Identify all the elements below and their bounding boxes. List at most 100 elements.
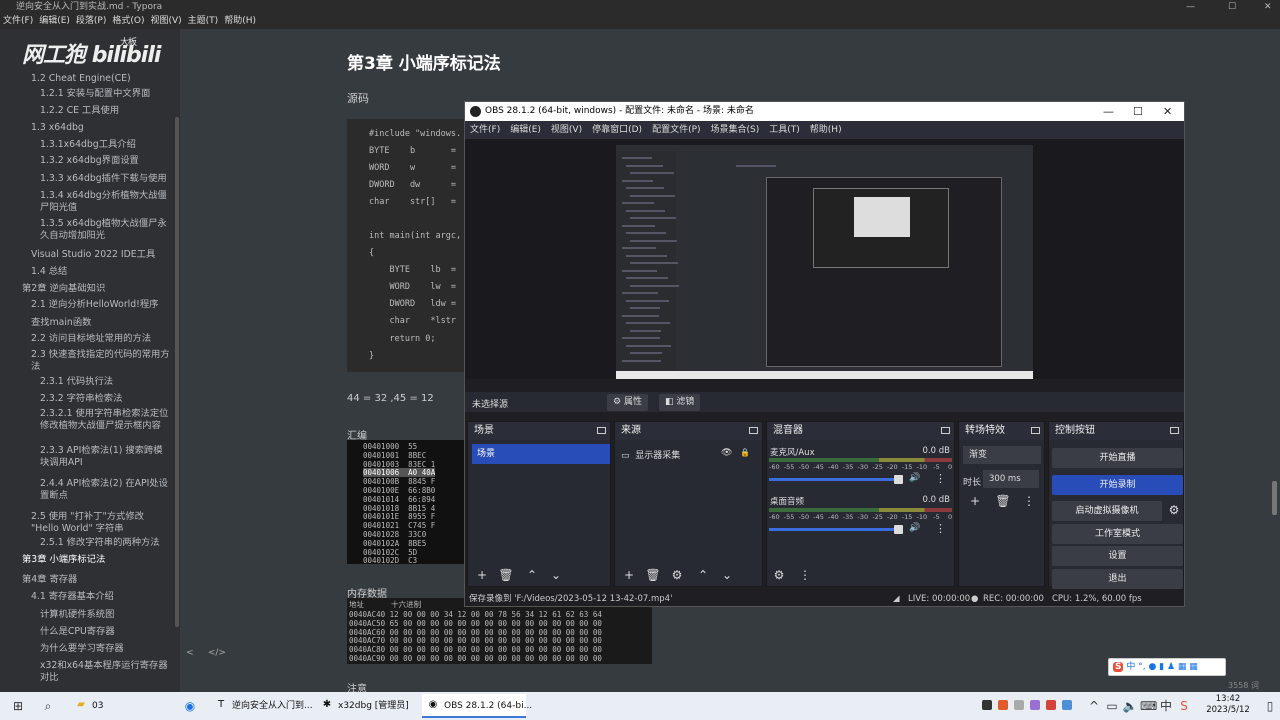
taskbar-app-folder[interactable]: ▰ 03 (70, 694, 170, 718)
obs-menu-scene-collection[interactable]: 场景集合(S) (706, 121, 765, 139)
properties-button[interactable]: ⚙ 属性 (607, 394, 648, 411)
undock-icon[interactable] (597, 427, 606, 434)
taskbar-app-obs[interactable]: ◉ OBS 28.1.2 (64-bi... (422, 694, 532, 718)
outline-item[interactable]: 1.2.1 安装与配置中文界面 (0, 88, 170, 100)
slider-knob[interactable] (894, 525, 903, 534)
menu-theme[interactable]: 主题(T) (185, 14, 222, 29)
outline-item[interactable]: 第4章 寄存器 (0, 574, 170, 586)
exit-button[interactable]: 退出 (1052, 569, 1183, 589)
sogou-icon[interactable]: S (1176, 698, 1192, 714)
undock-icon[interactable] (1170, 427, 1179, 434)
volume-slider[interactable] (769, 528, 903, 531)
studio-mode-button[interactable]: 工作室模式 (1052, 524, 1183, 544)
duration-input[interactable]: 300 ms (983, 470, 1039, 488)
outline-item[interactable]: 什么是CPU寄存器 (0, 626, 170, 638)
outline-item[interactable]: 1.3.2 x64dbg界面设置 (0, 155, 170, 167)
outline-item[interactable]: 2.5 使用 "打补丁"方式修改 "Hello World" 字符串 (0, 511, 170, 534)
outline-item[interactable]: 2.4.4 API检索法(2) 在API处设置断点 (0, 478, 170, 501)
chevron-down-icon[interactable]: ⌄ (548, 568, 564, 582)
sidebar-scrollbar[interactable] (175, 117, 179, 627)
preview-canvas[interactable] (616, 145, 1033, 379)
slider-knob[interactable] (894, 475, 903, 484)
outline-item[interactable]: 2.3.2 字符串检索法 (0, 393, 170, 405)
outline-item[interactable]: 1.3.5 x64dbg植物大战僵尸永久自动增加阳光 (0, 218, 170, 241)
outline-item[interactable]: 2.3.2.1 使用字符串检索法定位修改植物大战僵尸提示框内容 (0, 408, 170, 431)
outline-item[interactable]: 查找main函数 (0, 317, 170, 329)
preview-area[interactable] (465, 139, 1184, 379)
ime-status[interactable]: 中 °, ● ▮ ♟ ▦ ▦ (1126, 662, 1197, 672)
outline-item[interactable]: 2.5.1 修改字符串的两种方法 (0, 537, 170, 549)
outline-item[interactable]: 1.3 x64dbg (0, 122, 170, 134)
obs-menu-view[interactable]: 视图(V) (546, 121, 587, 139)
outline-item[interactable]: 2.2 访问目标地址常用的方法 (0, 333, 170, 345)
taskbar-app-x32dbg[interactable]: ✱ x32dbg [管理员] (316, 694, 418, 718)
kebab-menu-icon[interactable]: ⋮ (797, 568, 813, 582)
network-icon[interactable]: ▭ (1104, 698, 1120, 714)
source-mode-icon[interactable]: </> (208, 648, 226, 658)
maximize-icon[interactable]: ☐ (1133, 102, 1143, 121)
clock[interactable]: 13:42 2023/5/12 (1198, 694, 1258, 716)
outline-item[interactable]: 1.4 总结 (0, 266, 170, 278)
obs-menu-help[interactable]: 帮助(H) (805, 121, 847, 139)
undock-icon[interactable] (941, 427, 950, 434)
taskbar-app-typora[interactable]: T 逆向安全从入门到... (210, 694, 313, 718)
obs-menu-profile[interactable]: 配置文件(P) (647, 121, 705, 139)
outline-item[interactable]: 为什么要学习寄存器 (0, 643, 170, 655)
add-icon[interactable]: + (474, 568, 490, 582)
speaker-icon[interactable]: 🔊 (909, 523, 920, 533)
speaker-icon[interactable]: 🔈 (1122, 698, 1138, 714)
volume-slider[interactable] (769, 478, 903, 481)
outline-item[interactable]: 计算机硬件系统图 (0, 609, 170, 621)
outline-item[interactable]: 1.3.3 x64dbg插件下载与使用 (0, 173, 170, 185)
keyboard-icon[interactable]: ⌨ (1140, 698, 1157, 714)
outline-item[interactable]: Visual Studio 2022 IDE工具 (0, 249, 170, 261)
ime-toolbar[interactable]: S 中 °, ● ▮ ♟ ▦ ▦ (1108, 658, 1226, 676)
tray-icon[interactable] (1014, 700, 1024, 710)
outline-item[interactable]: 1.3.1x64dbg工具介绍 (0, 139, 170, 151)
maximize-icon[interactable]: ☐ (1228, 0, 1236, 14)
outline-item[interactable]: 2.3.3 API检索法(1) 搜索跨模块调用API (0, 445, 170, 468)
outline-item[interactable]: 2.3.1 代码执行法 (0, 376, 170, 388)
start-virtual-camera-button[interactable]: 启动虚拟摄像机 (1052, 501, 1162, 521)
outline-item[interactable]: 第2章 逆向基础知识 (0, 283, 170, 295)
kebab-menu-icon[interactable]: ⋮ (935, 522, 946, 535)
menu-view[interactable]: 视图(V) (147, 14, 184, 29)
menu-file[interactable]: 文件(F) (0, 14, 36, 29)
document-scrollbar[interactable] (1272, 481, 1277, 515)
settings-button[interactable]: 设置 (1052, 546, 1183, 566)
add-icon[interactable]: + (621, 568, 637, 582)
outline-item[interactable]: 1.2.2 CE 工具使用 (0, 105, 170, 117)
start-streaming-button[interactable]: 开始直播 (1052, 448, 1183, 468)
menu-help[interactable]: 帮助(H) (221, 14, 259, 29)
kebab-menu-icon[interactable]: ⋮ (935, 472, 946, 485)
transition-select[interactable]: 渐变 (963, 446, 1041, 464)
add-icon[interactable]: + (967, 494, 983, 508)
chevron-up-icon[interactable]: ⌃ (524, 568, 540, 582)
obs-menu-tools[interactable]: 工具(T) (764, 121, 805, 139)
search-icon[interactable]: ⌕ (40, 698, 56, 714)
undock-icon[interactable] (749, 427, 758, 434)
outline-item[interactable]: 1.2 Cheat Engine(CE) (0, 73, 170, 85)
undock-icon[interactable] (1031, 427, 1040, 434)
tray-icon[interactable] (1030, 700, 1040, 710)
chevron-down-icon[interactable]: ⌄ (719, 568, 735, 582)
menu-paragraph[interactable]: 段落(P) (73, 14, 109, 29)
windows-start-icon[interactable]: ⊞ (10, 698, 26, 714)
word-count[interactable]: 3558 词 (1228, 680, 1259, 691)
close-icon[interactable]: ✕ (1163, 102, 1172, 121)
eye-icon[interactable]: 👁 (721, 448, 732, 458)
tray-icon[interactable] (1062, 700, 1072, 710)
outline-item[interactable]: 第3章 小端序标记法 (0, 554, 170, 566)
advanced-audio-icon[interactable]: ⚙ (771, 568, 787, 582)
chevron-up-icon[interactable]: ^ (1086, 698, 1102, 714)
obs-menu-file[interactable]: 文件(F) (465, 121, 505, 139)
obs-menu-edit[interactable]: 编辑(E) (505, 121, 546, 139)
trash-icon[interactable]: 🗑 (498, 568, 514, 582)
notification-icon[interactable]: ▯ (1262, 698, 1278, 714)
edge-icon[interactable]: ◉ (182, 698, 198, 714)
chevron-up-icon[interactable]: ⌃ (695, 568, 711, 582)
start-recording-button[interactable]: 开始录制 (1052, 475, 1183, 495)
menu-format[interactable]: 格式(O) (109, 14, 147, 29)
obs-menu-docks[interactable]: 停靠窗口(D) (587, 121, 647, 139)
kebab-menu-icon[interactable]: ⋮ (1021, 494, 1037, 508)
